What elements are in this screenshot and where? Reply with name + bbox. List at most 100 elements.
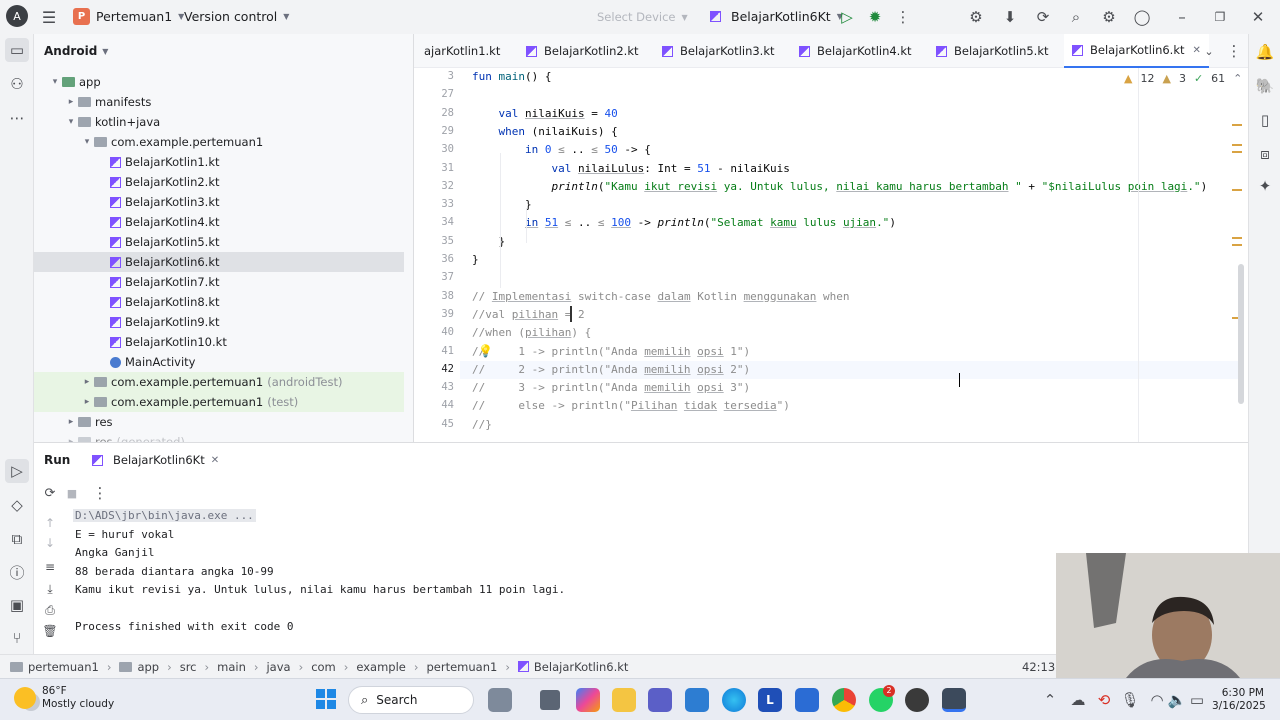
tree-item[interactable]: BelajarKotlin7.kt <box>34 272 404 292</box>
account-icon[interactable]: ◯ <box>1130 5 1154 29</box>
breadcrumb-item[interactable]: main <box>217 660 246 674</box>
project-tool-icon[interactable]: ▭ <box>5 38 29 62</box>
resource-manager-icon[interactable]: ⚇ <box>5 72 29 96</box>
code-line[interactable]: in 51 ≤ .. ≤ 100 -> println("Selamat kam… <box>472 216 896 229</box>
code-line[interactable]: in 0 ≤ .. ≤ 50 -> { <box>472 143 651 156</box>
code-area[interactable]: fun main() { val nilaiKuis = 40 when (ni… <box>414 68 1248 442</box>
file-explorer-icon[interactable] <box>612 688 636 712</box>
intention-bulb-icon[interactable]: 💡 <box>478 344 493 358</box>
notifications-icon[interactable]: 🔔 <box>1253 40 1277 64</box>
tree-item[interactable]: MainActivity <box>34 352 404 372</box>
onedrive-icon[interactable]: ☁ <box>1066 688 1090 712</box>
tree-item[interactable]: BelajarKotlin8.kt <box>34 292 404 312</box>
copilot-icon[interactable] <box>576 688 600 712</box>
editor-tab[interactable]: BelajarKotlin2.kt <box>518 34 647 68</box>
tree-item[interactable]: ▾ app <box>34 72 404 92</box>
rerun-icon[interactable]: ⟳ <box>38 481 62 505</box>
code-line[interactable]: } <box>472 198 532 211</box>
clear-icon[interactable]: 🗑 <box>38 619 62 643</box>
debug-icon[interactable]: ✹ <box>863 5 887 29</box>
run-config-selector[interactable]: BelajarKotlin6Kt ▼ <box>710 9 843 24</box>
android-studio-taskbar-icon[interactable] <box>942 688 966 712</box>
minimize-icon[interactable]: – <box>1170 5 1194 29</box>
code-line[interactable]: val nilaiKuis = 40 <box>472 107 618 120</box>
project-switcher[interactable]: P Pertemuan1 ▼ <box>73 8 184 25</box>
task-view-icon[interactable] <box>540 690 560 710</box>
clock[interactable]: 6:30 PM 3/16/2025 <box>1212 687 1266 713</box>
editor-scrollbar[interactable] <box>1238 264 1244 404</box>
run-tab[interactable]: BelajarKotlin6Kt ✕ <box>92 453 219 467</box>
code-line[interactable]: //} <box>472 418 492 431</box>
store-icon[interactable] <box>685 688 709 712</box>
chrome-icon[interactable] <box>832 688 856 712</box>
chevron-down-icon[interactable]: ▾ <box>80 137 94 147</box>
app-l-icon[interactable]: L <box>758 688 782 712</box>
code-line[interactable]: // Implementasi switch-case dalam Kotlin… <box>472 290 850 303</box>
tree-item[interactable]: BelajarKotlin1.kt <box>34 152 404 172</box>
terminal-icon[interactable]: ▣ <box>5 593 29 617</box>
breadcrumb-item[interactable]: BelajarKotlin6.kt <box>517 660 628 674</box>
teams-icon[interactable] <box>648 688 672 712</box>
code-line[interactable]: // 3 -> println("Anda memilih opsi 3") <box>472 381 750 394</box>
editor-tab[interactable]: ajarKotlin1.kt <box>416 34 508 68</box>
device-manager-icon[interactable]: ▯ <box>1253 108 1277 132</box>
battery-icon[interactable]: ▭ <box>1185 688 1209 712</box>
code-line[interactable]: fun main() { <box>472 70 552 83</box>
chevron-right-icon[interactable]: ▸ <box>80 397 94 407</box>
running-devices-icon[interactable]: ⧈ <box>1253 142 1277 166</box>
problems-icon[interactable]: ⓘ <box>5 560 29 584</box>
inspection-widget[interactable]: ▲12 ▲3 ✓61 ⌃ ⌄ <box>1124 72 1260 85</box>
editor-tab[interactable]: BelajarKotlin3.kt <box>654 34 783 68</box>
maximize-icon[interactable]: ❐ <box>1208 5 1232 29</box>
close-tab-icon[interactable]: ✕ <box>211 455 219 466</box>
app-inspection-icon[interactable]: ⧉ <box>5 527 29 551</box>
tree-item[interactable]: ▸ com.example.pertemuan1 (androidTest) <box>34 372 404 392</box>
tabs-overflow-icon[interactable]: ⌄ <box>1197 39 1221 63</box>
tree-item[interactable]: ▾ kotlin+java <box>34 112 404 132</box>
sdk-manager-icon[interactable]: ⬇ <box>998 5 1022 29</box>
gradle-icon[interactable]: 🐘 <box>1253 74 1277 98</box>
search-icon[interactable]: ⌕ <box>1064 5 1088 29</box>
obs-icon[interactable] <box>905 688 929 712</box>
editor-tab[interactable]: BelajarKotlin6.kt ✕ <box>1064 34 1209 68</box>
tray-app-icon[interactable]: ⟲ <box>1092 688 1116 712</box>
device-selector[interactable]: Select Device ▼ <box>597 10 688 24</box>
editor-tab[interactable]: BelajarKotlin5.kt <box>928 34 1057 68</box>
tree-item[interactable]: ▾ com.example.pertemuan1 <box>34 132 404 152</box>
widgets-icon[interactable] <box>488 688 512 712</box>
code-line[interactable]: //when (pilihan) { <box>472 326 591 339</box>
breadcrumb-item[interactable]: java <box>266 660 290 674</box>
more-actions-icon[interactable]: ⋮ <box>88 481 112 505</box>
microphone-icon[interactable]: 🎙 <box>1118 688 1142 712</box>
code-line[interactable]: //val pilihan = 2 <box>472 308 585 321</box>
breadcrumb-item[interactable]: app <box>119 660 159 674</box>
project-view-selector[interactable]: Android ▼ <box>44 44 108 58</box>
vcs-menu[interactable]: Version control ▼ <box>184 9 289 24</box>
gemini-icon[interactable]: ✦ <box>1253 174 1277 198</box>
chevron-up-icon[interactable]: ⌃ <box>1233 72 1242 85</box>
start-button[interactable] <box>316 689 336 709</box>
chevron-right-icon[interactable]: ▸ <box>80 377 94 387</box>
stop-icon[interactable]: ■ <box>60 481 84 505</box>
tree-item[interactable]: BelajarKotlin9.kt <box>34 312 404 332</box>
tree-item[interactable]: BelajarKotlin6.kt <box>34 252 404 272</box>
code-line[interactable]: // else -> println("Pilihan tidak tersed… <box>472 399 790 412</box>
code-editor[interactable]: ajarKotlin1.kt BelajarKotlin2.kt BelajarKo… <box>414 34 1260 442</box>
main-menu-icon[interactable]: ☰ <box>37 5 61 29</box>
soft-wrap-icon[interactable]: ≡ <box>38 555 62 579</box>
close-icon[interactable]: ✕ <box>1246 5 1270 29</box>
code-line[interactable]: val nilaiLulus: Int = 51 - nilaiKuis <box>472 162 789 175</box>
breadcrumb-item[interactable]: src <box>180 660 197 674</box>
chevron-down-icon[interactable]: ▾ <box>48 77 62 87</box>
sync-icon[interactable]: ⟳ <box>1031 5 1055 29</box>
tree-item[interactable]: BelajarKotlin4.kt <box>34 212 404 232</box>
tree-item[interactable]: BelajarKotlin5.kt <box>34 232 404 252</box>
code-line[interactable]: println("Kamu ikut revisi ya. Untuk lulu… <box>472 180 1207 193</box>
tree-item[interactable]: BelajarKotlin3.kt <box>34 192 404 212</box>
app-blue-icon[interactable] <box>795 688 819 712</box>
more-tools-icon[interactable]: ⋯ <box>5 106 29 130</box>
breadcrumb-item[interactable]: pertemuan1 <box>426 660 497 674</box>
run-icon[interactable]: ▷ <box>835 5 859 29</box>
run-tool-icon[interactable]: ▷ <box>5 459 29 483</box>
more-actions-icon[interactable]: ⋮ <box>891 5 915 29</box>
